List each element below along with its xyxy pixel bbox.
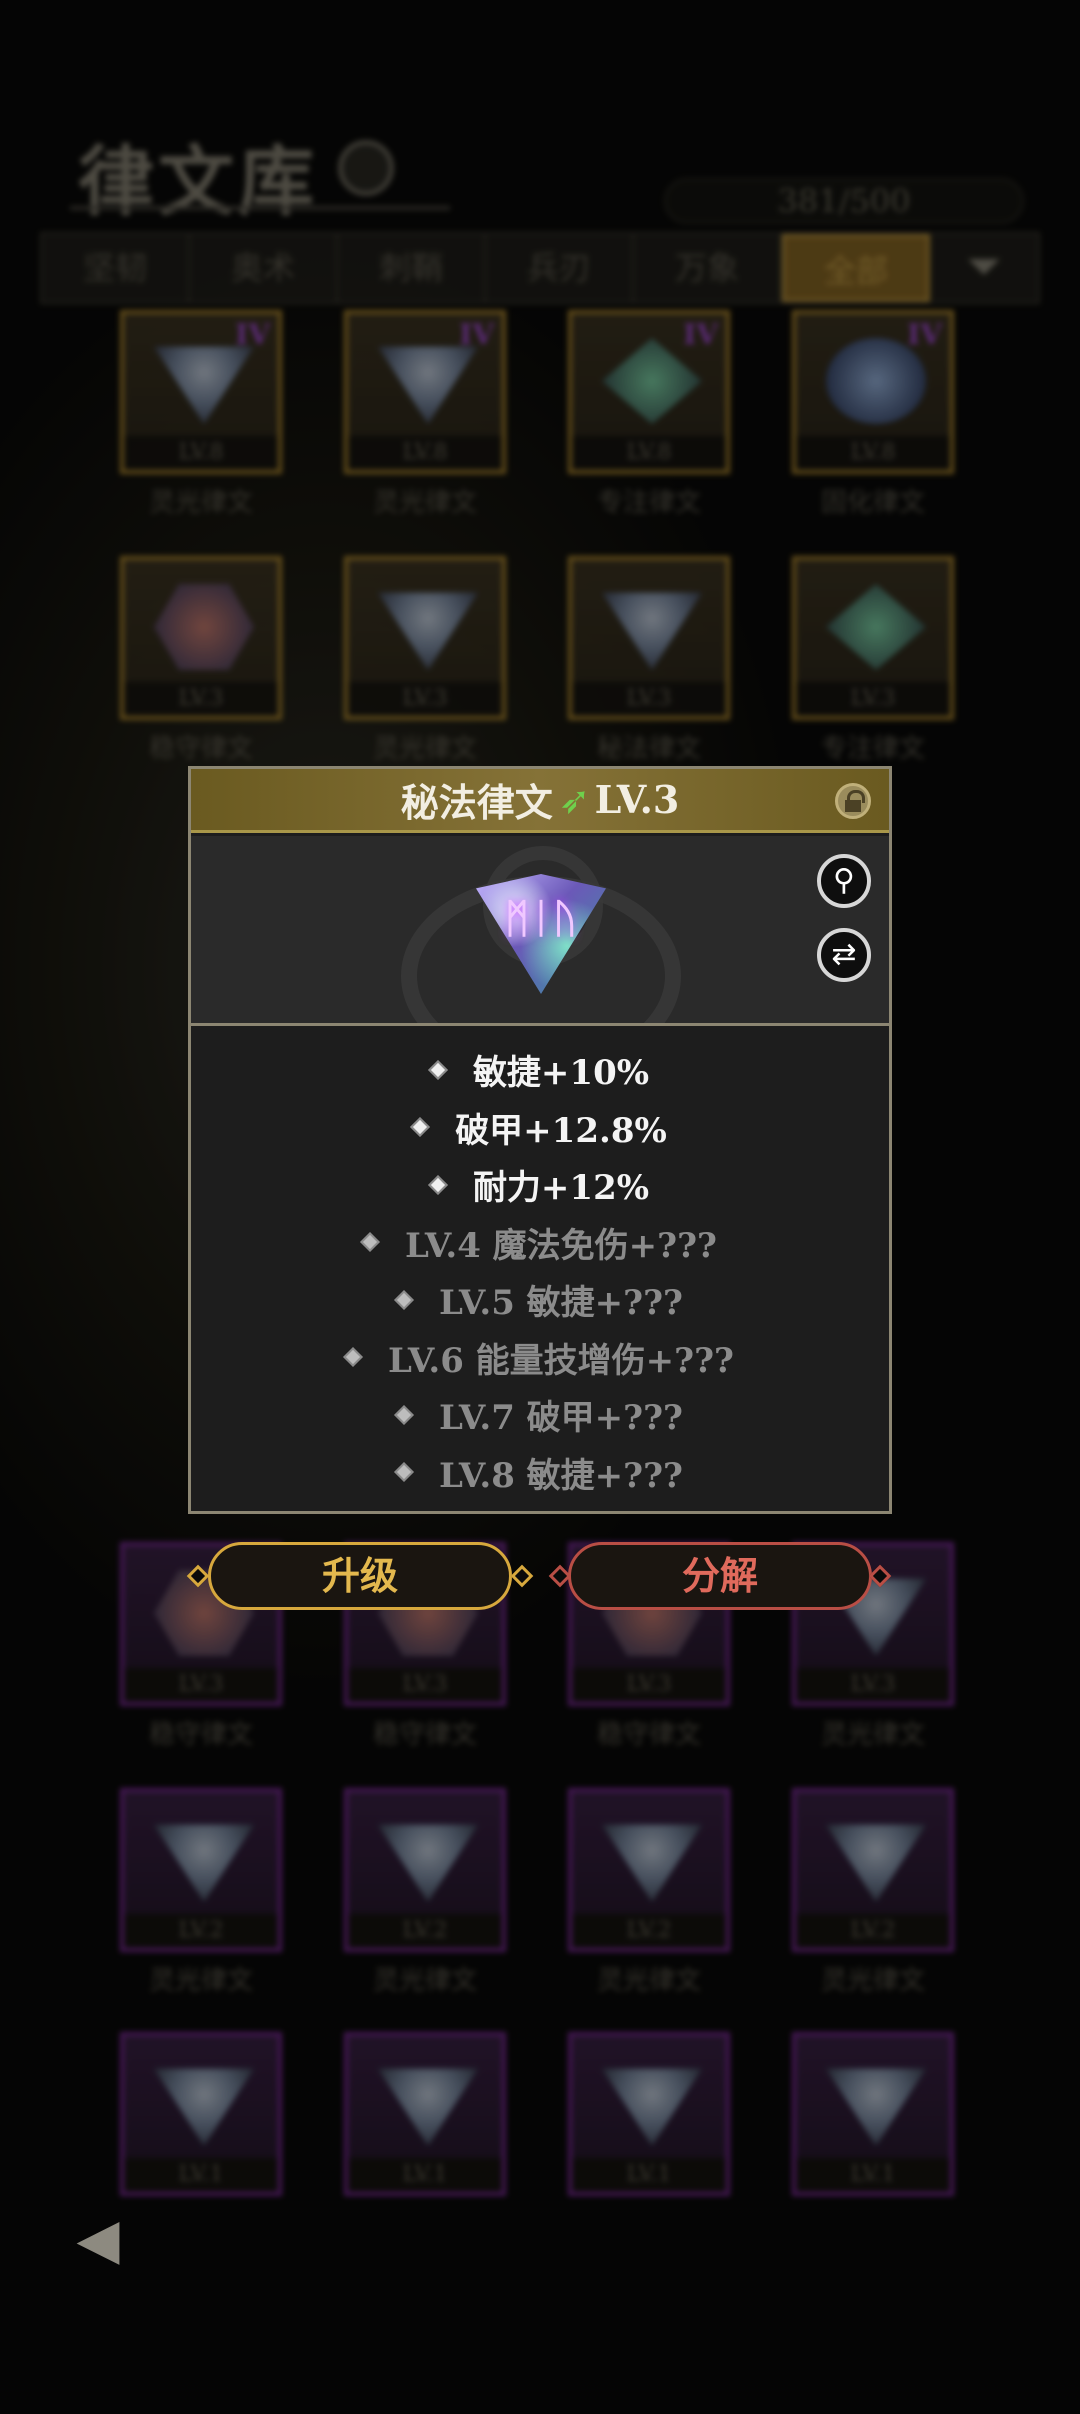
upgrade-button[interactable]: 升级 bbox=[208, 1542, 512, 1610]
diamond-bullet-icon bbox=[360, 1232, 380, 1253]
back-icon[interactable]: ◀ bbox=[58, 2208, 138, 2272]
diamond-bullet-icon bbox=[428, 1059, 448, 1080]
rune-symbol: ᛗᛁᚢ bbox=[505, 896, 577, 942]
decompose-button[interactable]: 分解 bbox=[568, 1542, 872, 1610]
swap-icon[interactable]: ⇄ bbox=[817, 928, 871, 982]
green-feather-icon: ➶ bbox=[558, 777, 591, 822]
stat-active: 敏捷+10% bbox=[191, 1041, 889, 1099]
stat-text: LV.4 魔法免伤+??? bbox=[405, 1225, 717, 1266]
diamond-bullet-icon bbox=[428, 1174, 448, 1195]
stat-locked: LV.7 破甲+??? bbox=[191, 1386, 889, 1444]
stat-text: 敏捷+10% bbox=[472, 1053, 650, 1094]
stat-text: 耐力+12% bbox=[472, 1168, 650, 1209]
popup-header: 秘法律文 ➶ LV.3 bbox=[191, 769, 889, 833]
stat-locked: LV.5 敏捷+??? bbox=[191, 1271, 889, 1329]
stat-locked: LV.6 能量技增伤+??? bbox=[191, 1329, 889, 1387]
rune-preview: ᛗᛁᚢ ⚲ ⇄ bbox=[191, 836, 889, 1026]
stat-text: LV.7 破甲+??? bbox=[439, 1398, 683, 1439]
popup-level: LV.3 bbox=[594, 777, 680, 822]
stat-locked: LV.4 魔法免伤+??? bbox=[191, 1214, 889, 1272]
stat-locked: LV.8 敏捷+??? bbox=[191, 1444, 889, 1502]
diamond-bullet-icon bbox=[410, 1117, 431, 1138]
diamond-bullet-icon bbox=[394, 1289, 414, 1310]
rune-detail-popup: 秘法律文 ➶ LV.3 ᛗᛁᚢ ⚲ ⇄ 敏捷+10% 破甲+12.8% 耐力+12%… bbox=[188, 766, 892, 1514]
magnify-icon[interactable]: ⚲ bbox=[817, 854, 871, 908]
lock-icon[interactable] bbox=[835, 783, 871, 819]
stat-text: LV.6 能量技增伤+??? bbox=[388, 1340, 734, 1381]
stat-text: LV.8 敏捷+??? bbox=[439, 1455, 683, 1496]
diamond-bullet-icon bbox=[343, 1347, 363, 1368]
stat-text: LV.5 敏捷+??? bbox=[439, 1283, 683, 1324]
diamond-bullet-icon bbox=[394, 1404, 414, 1425]
popup-title: 秘法律文 bbox=[400, 780, 553, 825]
stat-active: 耐力+12% bbox=[191, 1156, 889, 1214]
stat-text: 破甲+12.8% bbox=[455, 1110, 667, 1151]
diamond-bullet-icon bbox=[394, 1462, 414, 1483]
stat-list: 敏捷+10% 破甲+12.8% 耐力+12% LV.4 魔法免伤+??? LV.5 敏捷… bbox=[191, 1041, 889, 1501]
stat-active: 破甲+12.8% bbox=[191, 1099, 889, 1157]
